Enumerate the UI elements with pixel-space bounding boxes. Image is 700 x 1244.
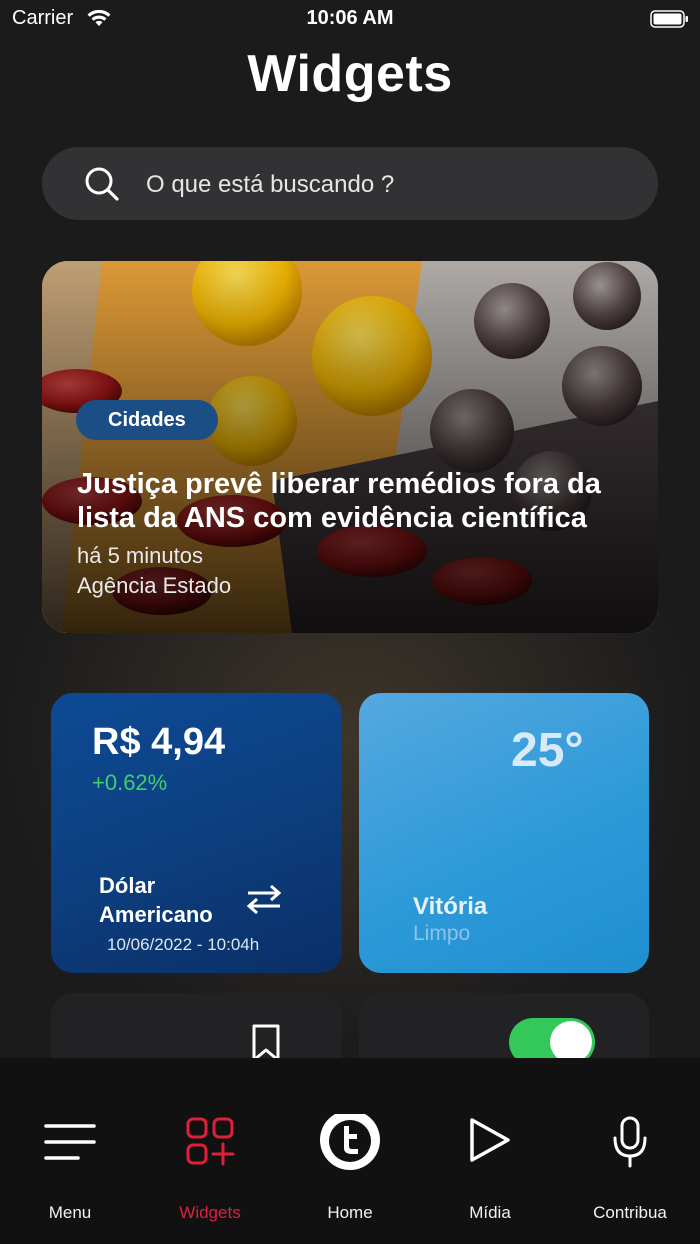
page-title: Widgets: [247, 45, 453, 103]
widgets-icon: [186, 1117, 235, 1166]
weather-condition: Limpo: [413, 922, 471, 945]
tab-label: Widgets: [179, 1203, 241, 1222]
currency-updated: 10/06/2022 - 10:04h: [107, 935, 260, 954]
tab-label: Menu: [48, 1203, 92, 1222]
tab-label: Mídia: [469, 1203, 511, 1222]
status-time: 10:06 AM: [306, 7, 394, 29]
weather-temperature: 25°: [511, 724, 584, 777]
search-bar[interactable]: [42, 147, 658, 222]
tab-label: Contribua: [593, 1203, 667, 1222]
tab-contribua[interactable]: Contribua: [560, 1058, 700, 1244]
tab-midia[interactable]: Mídia: [420, 1058, 560, 1244]
currency-name: Dólar Americano: [99, 873, 213, 927]
microphone-icon: [613, 1116, 647, 1168]
tab-widgets[interactable]: Widgets: [140, 1058, 280, 1244]
weather-widget[interactable]: 25° Vitória Limpo: [359, 693, 649, 973]
tab-label: Home: [327, 1203, 373, 1222]
status-bar: Carrier 10:06 AM: [0, 0, 700, 40]
battery-icon: [650, 10, 688, 28]
news-time: há 5 minutos: [77, 543, 203, 568]
currency-change: +0.62%: [92, 770, 168, 795]
search-input[interactable]: [144, 147, 628, 222]
news-headline[interactable]: Justiça prevê liberar remédios fora da l…: [77, 467, 637, 535]
menu-icon: [44, 1124, 96, 1160]
bookmark-icon[interactable]: [251, 1023, 281, 1063]
weather-city: Vitória: [413, 893, 488, 920]
tab-home[interactable]: Home: [280, 1058, 420, 1244]
search-icon: [85, 167, 119, 201]
home-logo-icon: [320, 1114, 380, 1170]
currency-value: R$ 4,94: [92, 721, 226, 763]
news-card[interactable]: Cidades Justiça prevê liberar remédios f…: [42, 261, 658, 633]
currency-widget[interactable]: R$ 4,94 +0.62% Dólar Americano 10/06/202…: [51, 693, 342, 973]
news-source: Agência Estado: [77, 573, 232, 598]
play-icon: [470, 1118, 510, 1162]
toggle-knob: [550, 1021, 592, 1063]
category-badge[interactable]: Cidades: [76, 400, 218, 440]
tab-menu[interactable]: Menu: [0, 1058, 140, 1244]
swap-icon[interactable]: [245, 884, 283, 914]
tab-bar: Menu Widgets Home Mídia Contribua: [0, 1058, 700, 1244]
